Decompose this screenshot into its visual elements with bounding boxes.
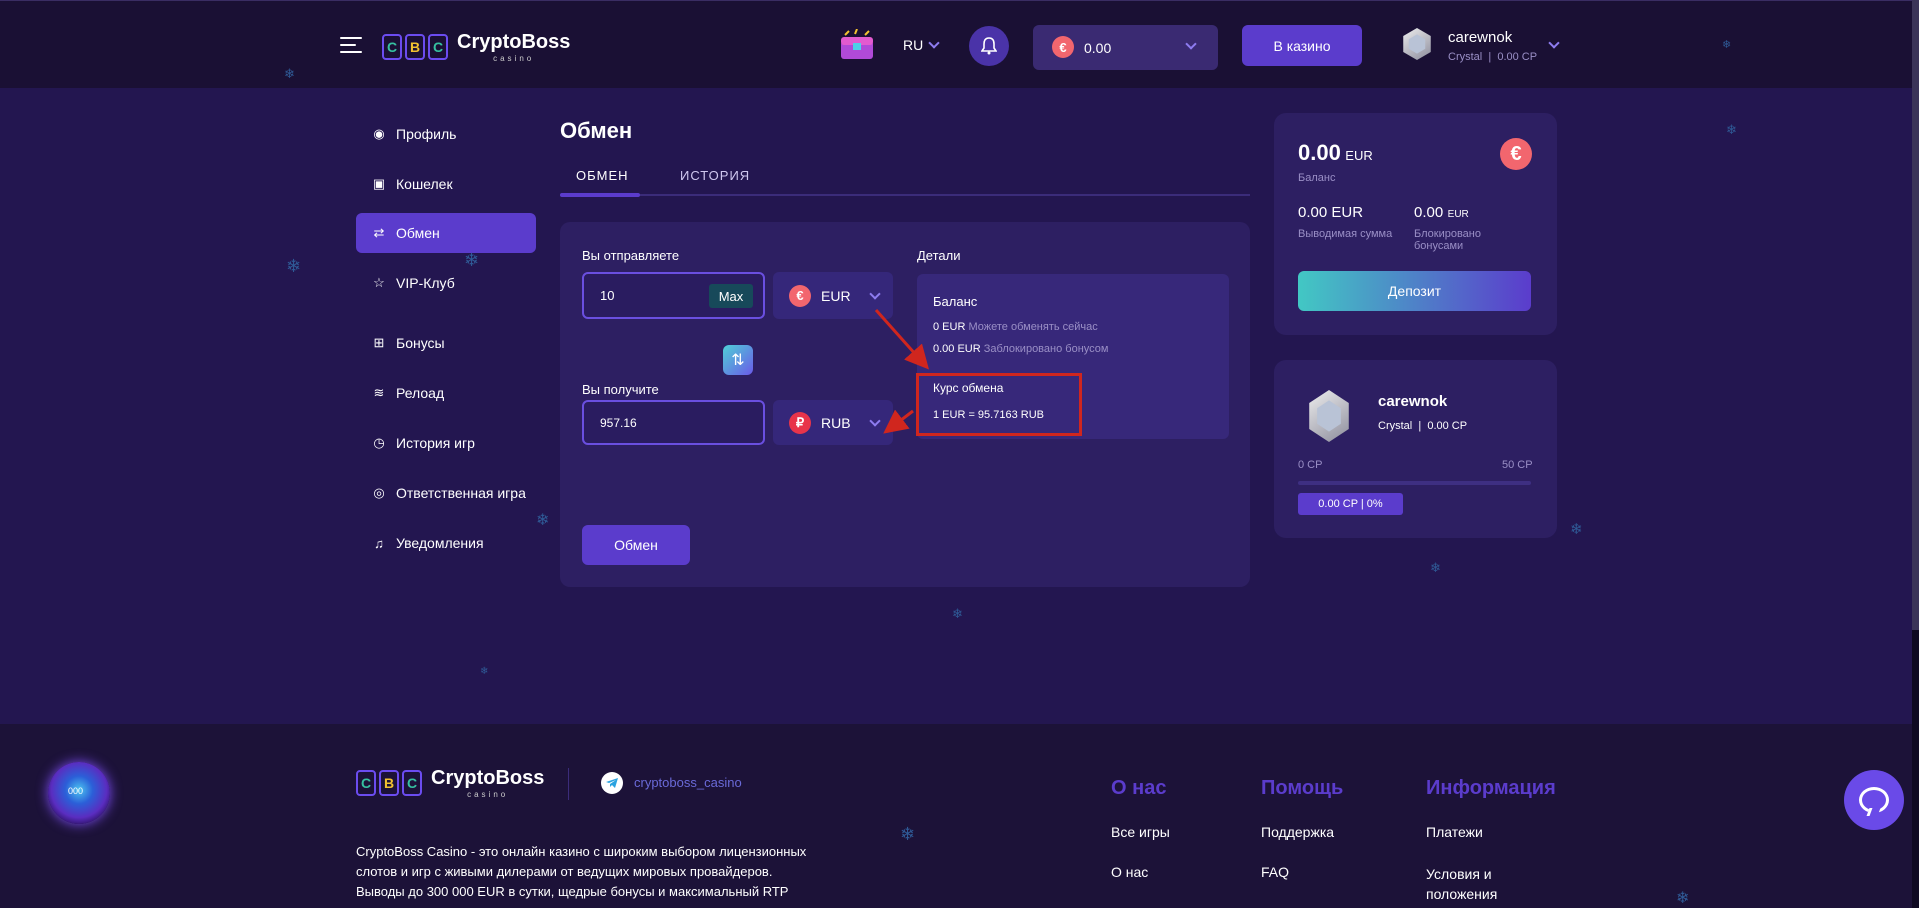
live-chat-button[interactable]	[1844, 770, 1904, 830]
deposit-button[interactable]: Депозит	[1298, 271, 1531, 311]
footer-logo[interactable]: C B C CryptoBoss casino	[356, 767, 544, 799]
snowflake-icon: ❄	[1676, 890, 1690, 907]
footer-column-title: Помощь	[1261, 777, 1344, 799]
footer-logo-subtext: casino	[467, 790, 509, 799]
arrow-to-rate	[874, 309, 929, 370]
locked-bonus-amount: 0.00	[1414, 204, 1444, 221]
wallet-amount: 0.00	[1298, 140, 1341, 165]
vip-progress-badge: 0.00 CP | 0%	[1298, 493, 1403, 515]
vip-cp: 0.00 CP	[1427, 420, 1468, 432]
locked-bonus-currency: EUR	[1447, 209, 1469, 220]
footer-divider	[568, 768, 569, 800]
footer-description-line: слотов и игр с живыми дилерами от ведущи…	[356, 864, 773, 879]
wallet-currency: EUR	[1345, 148, 1373, 163]
logo-letter: B	[379, 770, 399, 796]
vip-username: carewnok	[1378, 393, 1448, 410]
vip-level: Crystal	[1378, 420, 1413, 432]
logo-letter: C	[356, 770, 376, 796]
telegram-link[interactable]: cryptoboss_casino	[634, 775, 742, 790]
snowflake-icon: ❄	[536, 512, 550, 529]
snowflake-icon: ❄	[286, 256, 302, 276]
scrollbar-thumb[interactable]	[1912, 0, 1919, 630]
footer-link-terms[interactable]: Условия и положения	[1426, 864, 1506, 904]
footer-column-title: О нас	[1111, 777, 1167, 799]
bonus-orb-button[interactable]: 000	[48, 762, 110, 824]
progress-min: 0 CP	[1298, 459, 1323, 471]
snowflake-icon: ❄	[1726, 122, 1737, 137]
euro-icon: €	[1500, 138, 1532, 170]
progress-max: 50 CP	[1502, 459, 1533, 471]
footer-link-support[interactable]: Поддержка	[1261, 824, 1334, 840]
snowflake-icon: ❄	[1430, 560, 1441, 575]
snowflake-icon: ❄	[1722, 39, 1732, 51]
footer-description-line: Выводы до 300 000 EUR в сутки, щедрые бо…	[356, 884, 789, 899]
footer-link-all-games[interactable]: Все игры	[1111, 824, 1170, 840]
wallet-balance-label: Баланс	[1298, 172, 1336, 184]
snowflake-icon: ❄	[464, 250, 480, 270]
chat-icon	[1859, 787, 1889, 813]
arrow-to-receive	[883, 409, 914, 434]
footer-logo-text: CryptoBoss	[431, 767, 545, 789]
withdraw-amount: 0.00 EUR	[1298, 204, 1364, 221]
footer-link-about[interactable]: О нас	[1111, 864, 1148, 880]
footer: C B C CryptoBoss casino cryptoboss_casin…	[0, 724, 1919, 908]
snowflake-icon: ❄	[900, 824, 916, 844]
vip-progress-bar	[1298, 481, 1531, 485]
footer-description: CryptoBoss Casino - это онлайн казино с …	[356, 842, 856, 902]
footer-description-line: CryptoBoss Casino - это онлайн казино с …	[356, 844, 807, 859]
footer-link-faq[interactable]: FAQ	[1261, 864, 1289, 880]
snowflake-icon: ❄	[284, 66, 295, 81]
footer-column-title: Информация	[1426, 777, 1556, 799]
footer-link-payments[interactable]: Платежи	[1426, 824, 1483, 840]
locked-bonus-label: Блокировано бонусами	[1414, 228, 1481, 252]
telegram-icon[interactable]	[601, 772, 623, 794]
snowflake-icon: ❄	[1570, 521, 1583, 538]
logo-letter: C	[402, 770, 422, 796]
snowflake-icon: ❄	[480, 666, 489, 677]
orb-label: 000	[68, 786, 84, 796]
withdraw-label: Выводимая сумма	[1298, 228, 1393, 240]
snowflake-icon: ❄	[952, 606, 963, 621]
